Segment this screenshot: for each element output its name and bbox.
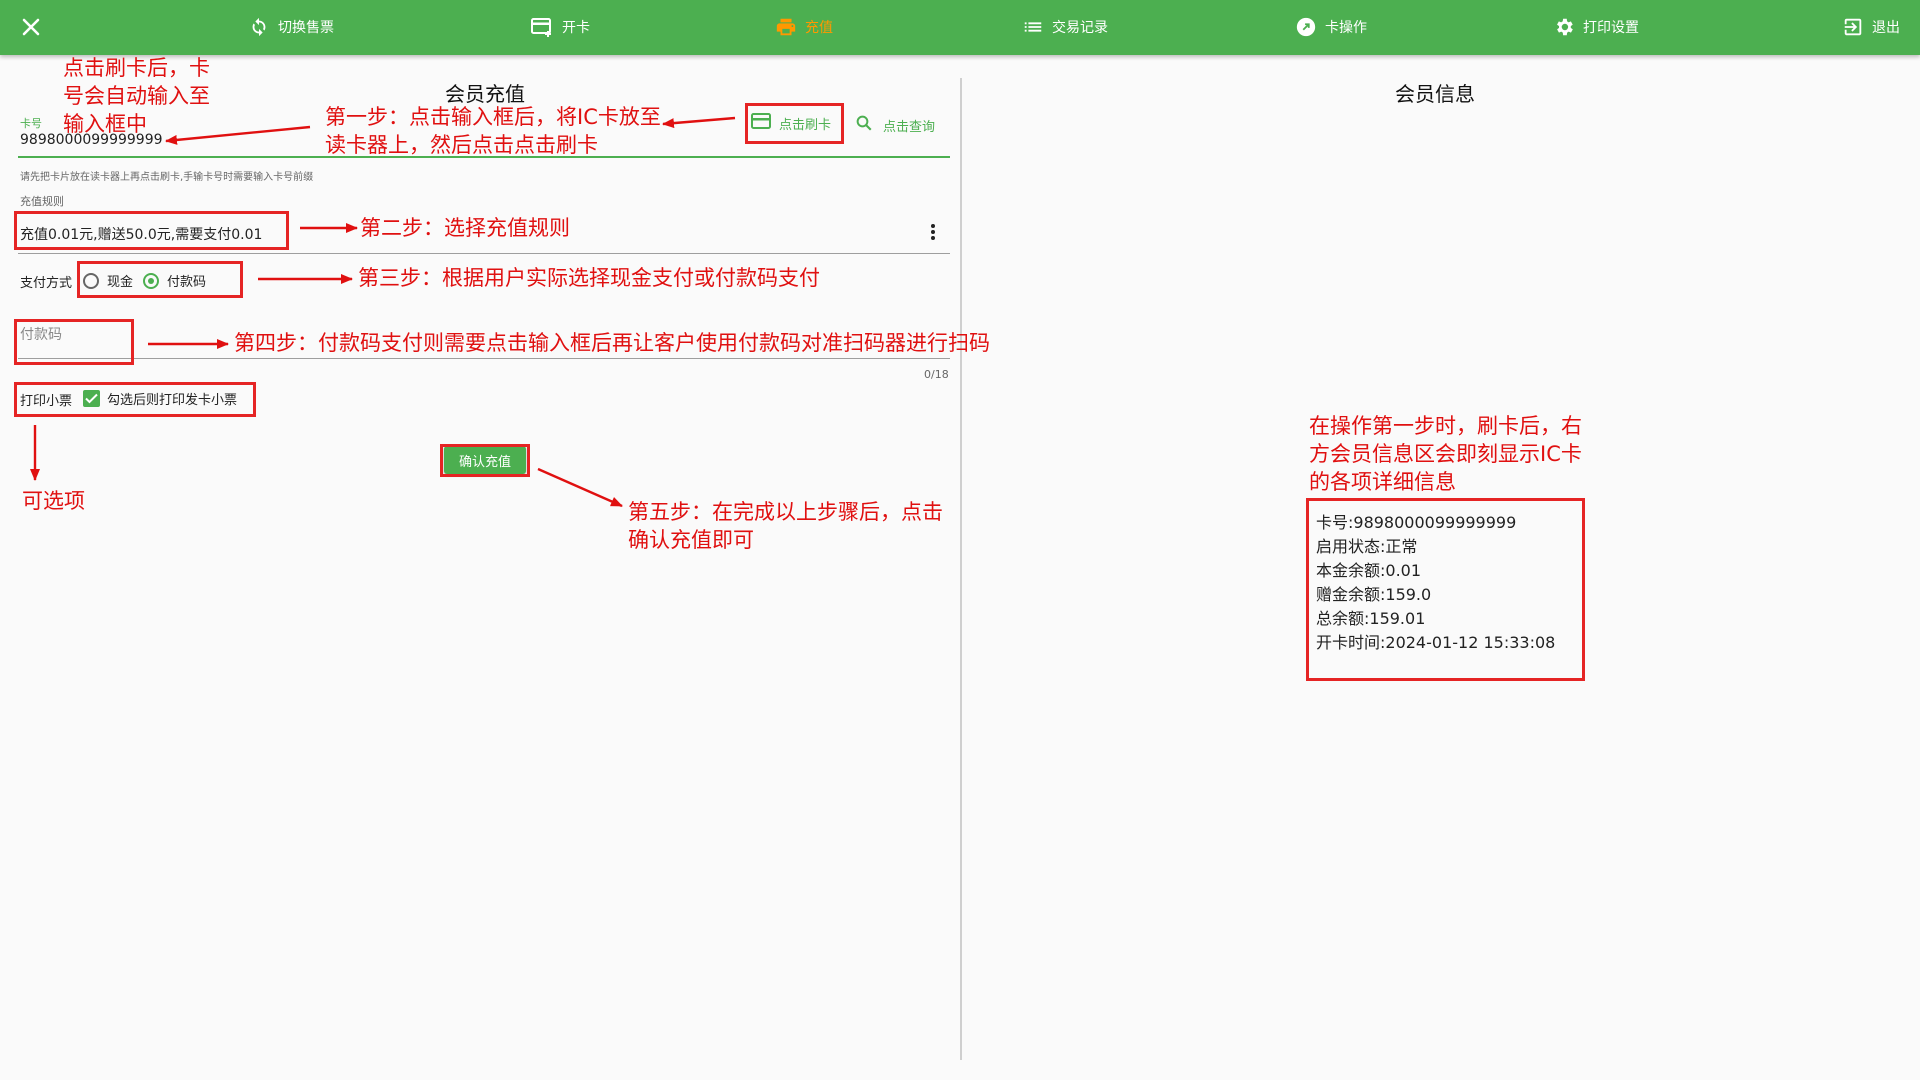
nav-label: 打印设置 — [1583, 20, 1639, 36]
nav-label: 切换售票 — [278, 20, 334, 36]
nav-label: 开卡 — [562, 20, 590, 36]
annotation-box-print — [14, 382, 256, 417]
nav-switch-ticket[interactable]: 切换售票 — [248, 16, 334, 38]
nav-label: 退出 — [1872, 20, 1900, 36]
nav-card-ops[interactable]: 卡操作 — [1295, 16, 1367, 38]
nav-logout[interactable]: 退出 — [1842, 16, 1900, 38]
nav-recharge[interactable]: 充值 — [775, 16, 833, 38]
arrow-circle-icon — [1295, 16, 1317, 38]
annotation-right-info: 在操作第一步时，刷卡后，右 方会员信息区会即刻显示IC卡 的各项详细信息 — [1309, 414, 1582, 494]
card-hint: 请先把卡片放在读卡器上再点击刷卡,手输卡号时需要输入卡号前缀 — [20, 172, 314, 183]
close-icon[interactable] — [18, 14, 44, 40]
nav-label: 卡操作 — [1325, 20, 1367, 36]
member-info-title: 会员信息 — [1395, 82, 1475, 106]
annotation-step2: 第二步：选择充值规则 — [360, 216, 570, 240]
nav-open-card[interactable]: 开卡 — [530, 16, 590, 38]
panel-divider — [960, 78, 962, 1060]
annotation-step3: 第三步：根据用户实际选择现金支付或付款码支付 — [358, 266, 820, 290]
print-icon — [775, 16, 797, 38]
annotation-box-payment — [77, 261, 243, 298]
annotation-step5: 第五步：在完成以上步骤后，点击 确认充值即可 — [628, 500, 943, 552]
logout-icon — [1842, 16, 1864, 38]
add-card-icon — [530, 16, 554, 38]
nav-print-settings[interactable]: 打印设置 — [1553, 16, 1639, 38]
annotation-box-confirm — [440, 444, 530, 477]
annotation-box-paycode — [14, 319, 134, 365]
annotation-box-member-info — [1306, 498, 1585, 681]
paycode-counter: 0/18 — [924, 368, 949, 381]
more-vert-icon[interactable] — [926, 220, 940, 248]
annotation-box-swipe — [745, 103, 844, 144]
arrow-to-swipe — [662, 116, 736, 129]
annotation-step4: 第四步：付款码支付则需要点击输入框后再让客户使用付款码对准扫码器进行扫码 — [234, 331, 990, 355]
search-icon — [855, 114, 873, 136]
nav-label: 充值 — [805, 20, 833, 36]
annotation-box-rule — [14, 211, 289, 250]
list-icon — [1022, 16, 1044, 38]
annotation-step1: 第一步：点击输入框后，将IC卡放至 读卡器上，然后点击点击刷卡 — [325, 105, 661, 157]
nav-label: 交易记录 — [1052, 20, 1108, 36]
refresh-icon — [248, 16, 270, 38]
nav-records[interactable]: 交易记录 — [1022, 16, 1108, 38]
gear-icon — [1553, 16, 1575, 38]
payment-label: 支付方式 — [20, 276, 73, 291]
annotation-card-auto: 点击刷卡后，卡 号会自动输入至 输入框中 — [63, 56, 210, 136]
arrow-step5 — [537, 467, 623, 508]
annotation-optional: 可选项 — [22, 489, 85, 513]
recharge-rule-label: 充值规则 — [20, 195, 64, 208]
query-button[interactable]: 点击查询 — [855, 114, 935, 136]
query-label: 点击查询 — [883, 119, 936, 135]
